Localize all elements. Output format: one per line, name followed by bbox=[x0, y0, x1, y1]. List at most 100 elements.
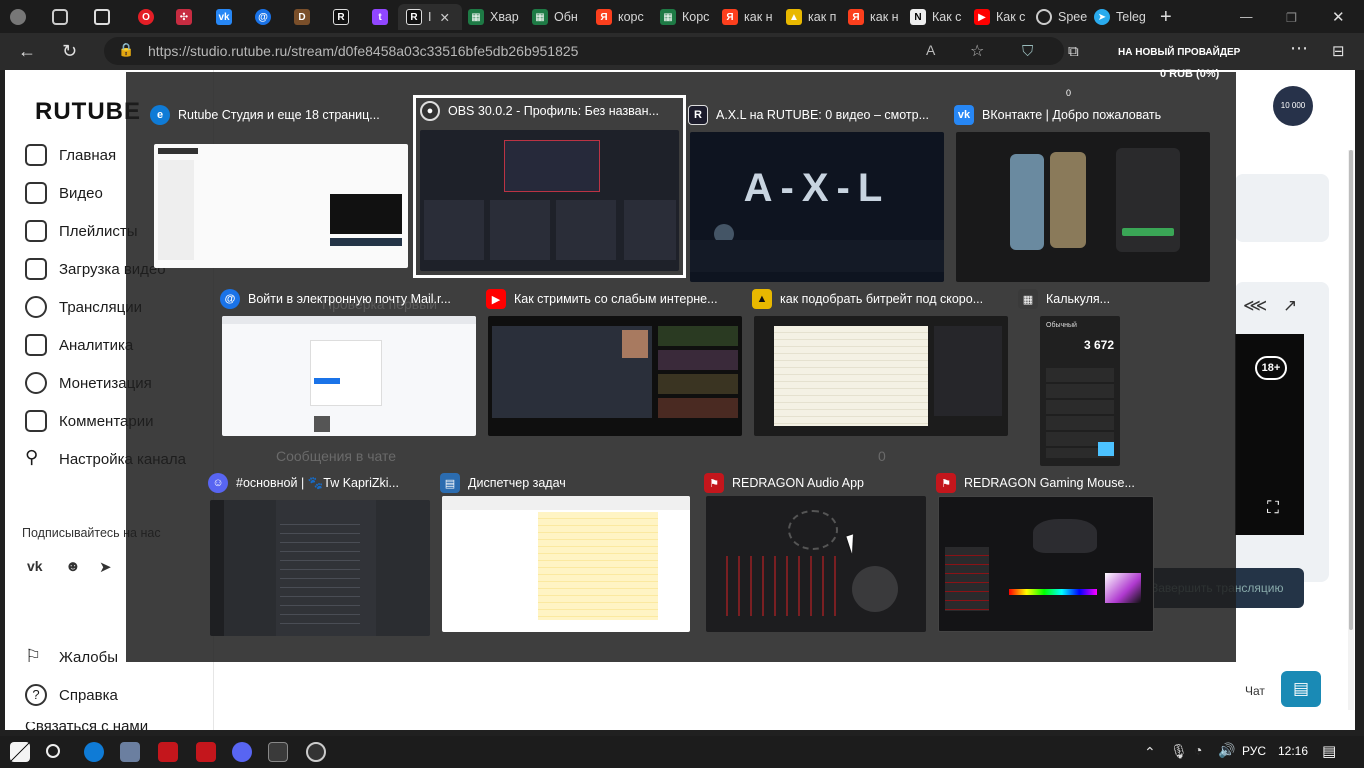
redragon-mouse-icon[interactable] bbox=[196, 742, 216, 762]
workspaces-button[interactable] bbox=[52, 4, 78, 30]
url-field[interactable]: 🔒 https://studio.rutube.ru/stream/d0fe84… bbox=[104, 37, 1064, 65]
window-card-calculator[interactable]: ▦ Калькуля... Обычный 3 672 bbox=[1018, 286, 1120, 466]
playlist-icon bbox=[25, 220, 47, 242]
balance-sub: 0 bbox=[1066, 88, 1072, 98]
wifi-icon[interactable]: ◔ bbox=[1194, 742, 1202, 758]
tab-twitch[interactable]: t bbox=[372, 4, 398, 30]
tab-actions-button[interactable] bbox=[94, 4, 120, 30]
telegram-social-icon[interactable]: ➤ bbox=[99, 558, 112, 576]
sheet-icon: ▦ bbox=[532, 9, 548, 25]
discord-icon: ☺ bbox=[208, 473, 228, 493]
tab-sheet-3[interactable]: ▦ Корс bbox=[660, 4, 712, 30]
restore-button[interactable]: ❐ bbox=[1286, 4, 1306, 30]
calculator-icon[interactable] bbox=[268, 742, 288, 762]
minimize-button[interactable]: — bbox=[1240, 4, 1260, 30]
tab-rutube-studio[interactable]: R I ✕ bbox=[398, 4, 462, 30]
tab-yandex-2[interactable]: Якак н bbox=[722, 4, 780, 30]
search-icon[interactable] bbox=[46, 744, 60, 758]
ok-social-icon[interactable]: ☻ bbox=[65, 558, 81, 575]
tab-label: Хвар bbox=[490, 10, 519, 24]
tab-rutube[interactable]: R bbox=[333, 4, 359, 30]
more-menu-icon[interactable]: ⋯ bbox=[1290, 38, 1308, 58]
avatar[interactable]: 10 000 bbox=[1273, 86, 1313, 126]
tab-telegram[interactable]: ➤ Teleg bbox=[1094, 4, 1150, 30]
sidebar-item-complaints[interactable]: ⚐ Жалобы bbox=[25, 646, 118, 668]
vk-social-icon[interactable]: vk bbox=[27, 558, 43, 574]
tab-image[interactable]: ▲ как п bbox=[786, 4, 840, 30]
tab-speedtest[interactable]: Spee bbox=[1036, 4, 1088, 30]
shield-extension-icon[interactable]: ⛉ bbox=[1022, 42, 1033, 62]
fullscreen-icon[interactable]: ⛶ bbox=[1267, 498, 1279, 518]
refresh-icon[interactable]: ↻ bbox=[62, 41, 77, 61]
window-card-discord[interactable]: ☺ #основной | 🐾Tw KapriZki... bbox=[208, 470, 430, 636]
calculator-icon: ▦ bbox=[1018, 289, 1038, 309]
chat-button[interactable]: ▤ bbox=[1281, 671, 1321, 707]
tab-yandex-1[interactable]: Якорс bbox=[596, 4, 650, 30]
sidebar-toggle-icon[interactable]: ⊟ bbox=[1332, 42, 1345, 62]
window-card-bitrate[interactable]: ▲ как подобрать битрейт под скоро... bbox=[752, 286, 1010, 436]
tab-sheet-2[interactable]: ▦ Обн bbox=[532, 4, 588, 30]
extensions-icon[interactable]: ⧉ bbox=[1068, 42, 1079, 62]
close-icon[interactable]: ✕ bbox=[439, 10, 449, 25]
window-card-task-manager[interactable]: ▤ Диспетчер задач bbox=[440, 470, 692, 636]
edge-icon[interactable] bbox=[84, 742, 104, 762]
open-external-icon[interactable]: ↗ bbox=[1283, 296, 1297, 316]
window-card-vk[interactable]: vk ВКонтакте | Добро пожаловать bbox=[954, 102, 1214, 282]
sidebar-item-contact[interactable]: Связаться с нами bbox=[25, 722, 148, 730]
sidebar-item-home[interactable]: Главная bbox=[25, 144, 116, 166]
sidebar-item-analytics[interactable]: Аналитика bbox=[25, 334, 133, 356]
window-card-redragon-mouse[interactable]: ⚑ REDRAGON Gaming Mouse... bbox=[936, 470, 1156, 636]
sidebar-item-streams[interactable]: Трансляции bbox=[25, 296, 142, 318]
back-icon[interactable]: ← bbox=[18, 41, 36, 61]
window-card-obs[interactable]: ● OBS 30.0.2 - Профиль: Без назван... bbox=[413, 95, 686, 278]
clock[interactable]: 12:16 bbox=[1278, 744, 1308, 758]
obs-icon[interactable] bbox=[306, 742, 326, 762]
share-icon[interactable]: ⋘ bbox=[1243, 296, 1267, 316]
chevron-up-icon[interactable]: ⌃ bbox=[1144, 744, 1156, 761]
sidebar-item-playlists[interactable]: Плейлисты bbox=[25, 220, 138, 242]
microphone-icon[interactable]: 🎙 bbox=[1170, 743, 1188, 760]
read-aloud-icon[interactable]: A bbox=[926, 42, 935, 58]
discord-icon[interactable] bbox=[232, 742, 252, 762]
scrollbar-thumb[interactable] bbox=[1349, 150, 1353, 630]
windows-start-icon[interactable] bbox=[10, 742, 30, 762]
tab-mail[interactable]: @ bbox=[255, 4, 281, 30]
notifications-icon[interactable]: ▤ bbox=[1322, 742, 1336, 760]
favorite-star-icon[interactable]: ☆ bbox=[970, 41, 984, 61]
tab-app[interactable]: ✣ bbox=[176, 4, 202, 30]
close-window-button[interactable]: ✕ bbox=[1332, 4, 1352, 30]
minimize-icon: — bbox=[1240, 10, 1253, 24]
language-indicator[interactable]: РУС bbox=[1242, 744, 1266, 758]
profile-button[interactable] bbox=[10, 4, 36, 30]
new-tab-button[interactable]: + bbox=[1160, 4, 1182, 30]
chat-label: Чат bbox=[1245, 684, 1265, 698]
speedtest-icon bbox=[1036, 9, 1052, 25]
window-thumbnail bbox=[420, 130, 679, 271]
window-card-youtube[interactable]: ▶ Как стримить со слабым интерне... bbox=[486, 286, 744, 436]
tab-youtube[interactable]: ▶ Как с bbox=[974, 4, 1028, 30]
axl-banner-text: A-X-L bbox=[743, 166, 891, 210]
sheet-icon: ▦ bbox=[660, 9, 676, 25]
tab-notion[interactable]: N Как с bbox=[910, 4, 966, 30]
sidebar-item-help[interactable]: ? Справка bbox=[25, 684, 118, 706]
redragon-icon[interactable] bbox=[158, 742, 178, 762]
tab-label: как п bbox=[808, 10, 837, 24]
sidebar-item-video[interactable]: Видео bbox=[25, 182, 103, 204]
bg-chat-count: 0 bbox=[878, 448, 886, 464]
window-card-edge[interactable]: e Rutube Студия и еще 18 страниц... bbox=[150, 102, 410, 272]
tab-vk[interactable]: vk bbox=[216, 4, 242, 30]
window-card-mail[interactable]: @ Войти в электронную почту Mail.r... bbox=[220, 286, 478, 436]
tab-sheet-1[interactable]: ▦ Хвар bbox=[468, 4, 526, 30]
volume-icon[interactable]: 🔊 bbox=[1218, 742, 1235, 759]
tab-donation[interactable]: D bbox=[294, 4, 320, 30]
card-title: OBS 30.0.2 - Профиль: Без назван... bbox=[448, 104, 659, 118]
window-card-redragon-audio[interactable]: ⚑ REDRAGON Audio App bbox=[704, 470, 926, 636]
tab-yandex-3[interactable]: Якак н bbox=[848, 4, 900, 30]
coin-icon bbox=[25, 372, 47, 394]
app-window-icon[interactable] bbox=[120, 742, 140, 762]
tab-opera[interactable]: O bbox=[138, 4, 164, 30]
age-badge: 18+ bbox=[1255, 356, 1287, 380]
window-card-axl[interactable]: R A.X.L на RUTUBE: 0 видео – смотр... A-X… bbox=[688, 102, 946, 282]
window-thumbnail bbox=[938, 496, 1154, 632]
image-icon: ▲ bbox=[752, 289, 772, 309]
